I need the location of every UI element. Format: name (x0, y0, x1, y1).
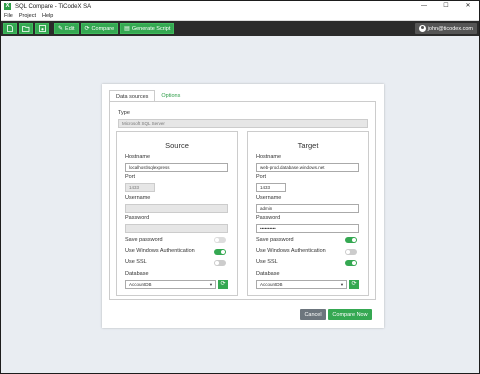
source-ssl-label: Use SSL (125, 259, 147, 265)
source-hostname-input[interactable]: localhost\sqlexpress (125, 163, 228, 172)
source-ssl-toggle[interactable] (214, 260, 226, 266)
source-port-input[interactable]: 1433 (125, 183, 155, 192)
source-windows-auth-toggle[interactable] (214, 249, 226, 255)
source-save-password-toggle[interactable] (214, 237, 226, 243)
chevron-down-icon: ▼ (209, 282, 213, 287)
target-hostname-input[interactable]: web-prod.database.windows.net (256, 163, 359, 172)
target-save-password-toggle[interactable] (345, 237, 357, 243)
app-window: X SQL Compare - TiCodeX SA — ☐ ✕ File Pr… (0, 0, 480, 374)
title-bar: X SQL Compare - TiCodeX SA — ☐ ✕ (1, 1, 479, 12)
refresh-icon: ⟳ (351, 281, 357, 287)
folder-open-icon (22, 25, 30, 32)
file-icon (7, 25, 13, 32)
edit-icon: ✎ (58, 26, 64, 32)
target-database-label: Database (256, 271, 280, 277)
target-ssl-toggle[interactable] (345, 260, 357, 266)
target-hostname-label: Hostname (256, 154, 282, 160)
menu-file[interactable]: File (4, 13, 13, 19)
toolbar: ✎ Edit ⟳ Compare ▤ Generate Script john@… (1, 21, 479, 36)
refresh-icon: ⟳ (220, 281, 226, 287)
target-windows-auth-toggle[interactable] (345, 249, 357, 255)
generate-script-button[interactable]: ▤ Generate Script (120, 23, 175, 34)
compare-now-button[interactable]: Compare Now (328, 309, 372, 320)
window-title: SQL Compare - TiCodeX SA (15, 3, 92, 10)
source-port-label: Port (125, 174, 136, 180)
source-username-input[interactable] (125, 204, 228, 213)
menu-project[interactable]: Project (19, 13, 36, 19)
source-database-label: Database (125, 271, 149, 277)
maximize-button[interactable]: ☐ (435, 1, 457, 12)
compare-button[interactable]: ⟳ Compare (80, 23, 119, 34)
target-ssl-label: Use SSL (256, 259, 278, 265)
target-database-select[interactable]: AccountDB ▼ (256, 280, 347, 289)
source-database-select[interactable]: AccountDB ▼ (125, 280, 216, 289)
source-password-input[interactable] (125, 224, 228, 233)
user-account-button[interactable]: john@ticodex.com (414, 23, 477, 34)
target-windows-auth-label: Use Windows Authentication (256, 248, 326, 254)
target-username-label: Username (256, 195, 282, 201)
target-refresh-databases-button[interactable]: ⟳ (349, 280, 359, 289)
target-port-label: Port (256, 174, 267, 180)
window-controls: — ☐ ✕ (413, 1, 479, 12)
source-column: Source Hostname localhost\sqlexpress Por… (116, 131, 238, 296)
refresh-icon: ⟳ (84, 26, 90, 32)
source-username-label: Username (125, 195, 151, 201)
data-sources-body: Type Microsoft SQL Server Source Hostnam… (109, 101, 376, 300)
target-column: Target Hostname web-prod.database.window… (247, 131, 369, 296)
source-windows-auth-label: Use Windows Authentication (125, 248, 195, 254)
source-password-label: Password (125, 215, 150, 221)
menu-bar: File Project Help (1, 12, 479, 21)
open-project-button[interactable] (19, 23, 33, 34)
script-icon: ▤ (124, 26, 130, 32)
save-project-button[interactable] (35, 23, 49, 34)
target-password-label: Password (256, 215, 281, 221)
target-username-input[interactable]: admin (256, 204, 359, 213)
source-refresh-databases-button[interactable]: ⟳ (218, 280, 228, 289)
source-title: Source (165, 141, 189, 150)
type-label: Type (118, 110, 130, 116)
minimize-button[interactable]: — (413, 1, 435, 12)
type-field: Microsoft SQL Server (118, 119, 368, 128)
target-port-input[interactable]: 1433 (256, 183, 286, 192)
new-project-button[interactable] (3, 23, 17, 34)
compare-button-label: Compare (91, 25, 115, 32)
chevron-down-icon: ▼ (340, 282, 344, 287)
edit-button-label: Edit (65, 25, 75, 32)
app-logo-icon: X (4, 3, 11, 10)
target-title: Target (297, 141, 319, 150)
save-icon (38, 25, 46, 32)
menu-help[interactable]: Help (42, 13, 53, 19)
user-icon (418, 25, 426, 32)
generate-script-label: Generate Script (131, 25, 171, 32)
source-hostname-label: Hostname (125, 154, 151, 160)
target-save-password-label: Save password (256, 237, 294, 243)
source-save-password-label: Save password (125, 237, 163, 243)
cancel-button[interactable]: Cancel (300, 309, 326, 320)
close-button[interactable]: ✕ (457, 1, 479, 12)
source-database-value: AccountDB (129, 282, 152, 287)
user-email: john@ticodex.com (427, 25, 473, 32)
connection-panel: Data sources Options Type Microsoft SQL … (102, 84, 384, 328)
target-password-input[interactable]: •••••••••• (256, 224, 359, 233)
target-database-value: AccountDB (260, 282, 283, 287)
edit-button[interactable]: ✎ Edit (54, 23, 79, 34)
